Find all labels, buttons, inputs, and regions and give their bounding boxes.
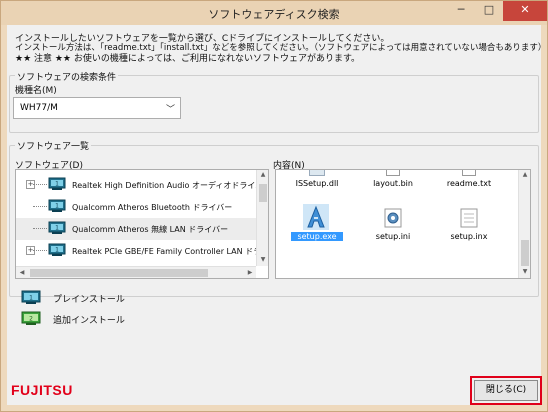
software-item[interactable]: + 1 Realtek PCIe GBE/FE Family Controlle…	[16, 240, 268, 262]
file-name: setup.exe	[291, 232, 343, 241]
file-name: layout.bin	[373, 179, 413, 188]
model-label: 機種名(M)	[15, 86, 57, 96]
model-select[interactable]: WH77/M ﹀	[13, 97, 181, 119]
minimize-button[interactable]: ─	[447, 1, 475, 21]
dll-file-icon	[309, 170, 325, 176]
software-item-label: Qualcomm Atheros 無線 LAN ドライバー	[72, 225, 229, 234]
search-group-label: ソフトウェアの検索条件	[15, 70, 119, 83]
svg-text:1: 1	[55, 203, 59, 210]
close-button[interactable]: 閉じる(C)	[474, 380, 538, 401]
legend-additional-label: 追加インストール	[53, 316, 125, 326]
software-item-label: Realtek High Definition Audio オーディオドライバー	[72, 181, 269, 190]
file-name: readme.txt	[446, 179, 492, 188]
maximize-icon: □	[483, 3, 495, 16]
intro-line-3: ★★ 注意 ★★ お使いの機種によっては、ご利用になれないソフトウェアがあります…	[15, 54, 361, 64]
scroll-left-icon[interactable]: ◀	[16, 269, 28, 276]
contents-vertical-scrollbar[interactable]: ▲ ▼	[518, 170, 530, 278]
dialog-client-area: インストールしたいソフトウェアを一覧から選び、Cドライブにインストールしてくださ…	[7, 25, 546, 405]
software-item-selected[interactable]: 1 Qualcomm Atheros 無線 LAN ドライバー	[16, 218, 256, 240]
svg-text:1: 1	[29, 295, 33, 302]
window-close-button[interactable]: ✕	[503, 1, 547, 21]
preinstall-icon: 1	[21, 290, 41, 304]
bin-file-icon	[386, 170, 400, 176]
preinstall-icon: 1	[48, 221, 66, 234]
contents-file-list[interactable]: ISSetup.dll layout.bin readme.txt setup.…	[275, 169, 531, 279]
software-item[interactable]: 1 Qualcomm Atheros Bluetooth ドライバー	[16, 196, 256, 218]
svg-text:1: 1	[55, 247, 59, 254]
close-icon: ✕	[520, 3, 530, 16]
file-name: ISSetup.dll	[295, 179, 339, 188]
settings-file-icon	[384, 208, 402, 228]
software-list-group-label: ソフトウェア一覧	[15, 139, 92, 152]
tree-vertical-scrollbar[interactable]: ▲ ▼	[256, 170, 268, 266]
model-value: WH77/M	[20, 103, 58, 113]
scroll-up-icon[interactable]: ▲	[519, 171, 530, 178]
legend-preinstall-label: プレインストール	[53, 295, 125, 305]
title-bar[interactable]: ソフトウェアディスク検索 ─ □ ✕	[1, 1, 547, 25]
svg-text:2: 2	[29, 316, 33, 323]
minimize-icon: ─	[457, 3, 465, 16]
inx-file-icon	[460, 208, 478, 228]
file-name: setup.ini	[375, 232, 411, 241]
text-file-icon	[462, 170, 476, 176]
preinstall-icon: 1	[48, 177, 66, 190]
scroll-down-icon[interactable]: ▼	[257, 256, 268, 263]
preinstall-icon: 1	[48, 199, 66, 212]
software-item-label: Realtek PCIe GBE/FE Family Controller LA…	[72, 247, 269, 256]
preinstall-icon: 1	[48, 243, 66, 256]
tree-horizontal-scrollbar[interactable]: ◀ ▶	[16, 266, 256, 278]
scroll-down-icon[interactable]: ▼	[519, 268, 530, 275]
chevron-down-icon: ﹀	[165, 105, 175, 115]
file-name: setup.inx	[450, 232, 488, 241]
software-item[interactable]: + 1 Realtek High Definition Audio オーディオド…	[16, 174, 268, 196]
maximize-button[interactable]: □	[475, 1, 503, 21]
tree-vscroll-thumb[interactable]	[259, 184, 267, 202]
scroll-right-icon[interactable]: ▶	[244, 269, 256, 276]
software-item-label: Qualcomm Atheros Bluetooth ドライバー	[72, 203, 233, 212]
dialog-window: ソフトウェアディスク検索 ─ □ ✕ インストールしたいソフトウェアを一覧から選…	[0, 0, 548, 412]
scroll-up-icon[interactable]: ▲	[257, 171, 268, 178]
svg-text:1: 1	[55, 181, 59, 188]
setup-exe-icon	[303, 204, 329, 230]
tree-hscroll-thumb[interactable]	[30, 269, 208, 277]
contents-vscroll-thumb[interactable]	[521, 240, 529, 266]
software-tree[interactable]: + 1 Realtek High Definition Audio オーディオド…	[15, 169, 269, 279]
svg-text:1: 1	[55, 225, 59, 232]
fujitsu-logo: FUJITSU	[11, 382, 73, 398]
additional-install-icon: 2	[21, 311, 41, 325]
